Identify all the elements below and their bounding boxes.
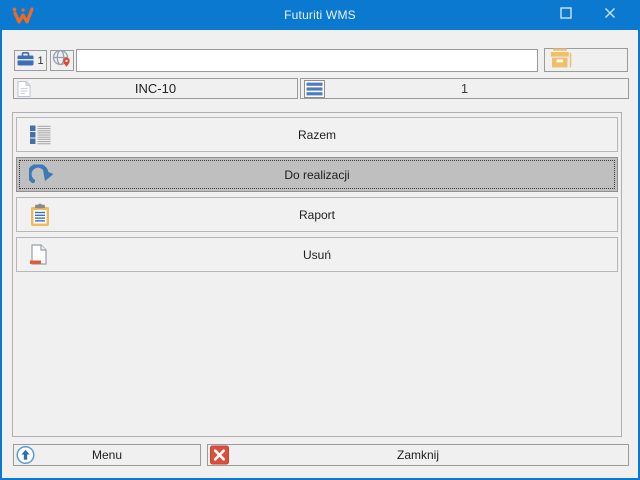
do-realizacji-label: Do realizacji xyxy=(17,158,617,191)
globe-pin-icon xyxy=(52,49,72,73)
close-icon xyxy=(604,6,616,24)
do-realizacji-button[interactable]: Do realizacji xyxy=(16,157,618,192)
menu-button[interactable]: Menu xyxy=(13,444,201,466)
maximize-button[interactable] xyxy=(548,0,584,30)
briefcase-icon xyxy=(17,52,34,69)
location-button[interactable] xyxy=(50,50,74,71)
line-count-value: 1 xyxy=(301,79,628,98)
workspace-button[interactable]: 1 xyxy=(14,50,47,71)
zamknij-label: Zamknij xyxy=(208,445,628,465)
razem-label: Razem xyxy=(17,118,617,151)
document-code-field[interactable]: INC-10 xyxy=(13,78,298,99)
window-title: Futuriti WMS xyxy=(0,0,640,30)
usun-label: Usuń xyxy=(17,238,617,271)
app-window: Futuriti WMS 1 xyxy=(0,0,640,480)
usun-button[interactable]: Usuń xyxy=(16,237,618,272)
zamknij-button[interactable]: Zamknij xyxy=(207,444,629,466)
titlebar: Futuriti WMS xyxy=(0,0,640,30)
archive-button[interactable] xyxy=(544,48,628,72)
raport-button[interactable]: Raport xyxy=(16,197,618,232)
maximize-icon xyxy=(560,6,572,24)
razem-button[interactable]: Razem xyxy=(16,117,618,152)
actions-panel: Razem Do realizacji xyxy=(12,112,622,437)
archive-box-icon xyxy=(550,48,574,73)
raport-label: Raport xyxy=(17,198,617,231)
document-code-value: INC-10 xyxy=(14,79,297,98)
line-count-field[interactable]: 1 xyxy=(300,78,629,99)
search-input[interactable] xyxy=(76,49,538,72)
workspace-count: 1 xyxy=(37,55,43,67)
close-button[interactable] xyxy=(592,0,628,30)
menu-label: Menu xyxy=(14,445,200,465)
